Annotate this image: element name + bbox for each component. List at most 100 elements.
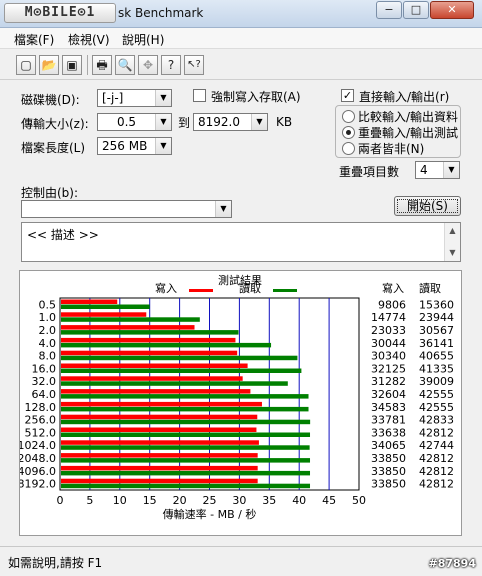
drive-select[interactable]: [-j-] ▼ — [97, 89, 172, 107]
x-tick-40: 40 — [292, 494, 306, 507]
context-help-icon[interactable]: ↖? — [184, 55, 204, 75]
chevron-down-icon: ▼ — [155, 138, 171, 154]
write-bar-5 — [61, 363, 248, 368]
category-label-11: 1024.0 — [20, 439, 56, 452]
radio-neither[interactable] — [342, 142, 355, 155]
x-tick-10: 10 — [113, 494, 127, 507]
results-chart-panel: 測試結果 寫入 讀取 寫入 讀取 0.5 9806 15360 1.0 14774 23944 2.0… — [19, 270, 462, 536]
column-header-write: 寫入 — [382, 281, 404, 295]
verify-mode-group: 比較輸入/輸出資料 重疊輸入/輸出測試 兩者皆非(N) — [335, 105, 461, 158]
x-axis-label: 傳輸速率 - MB / 秒 — [163, 507, 257, 521]
read-value-10: 42812 — [419, 426, 454, 439]
window-title: sk Benchmark — [118, 6, 204, 20]
read-bar-13 — [61, 470, 311, 476]
results-chart: 測試結果寫入 讀取 寫入 讀取0.5 9806 153601.0 14774 239442.0… — [20, 273, 454, 521]
x-tick-30: 30 — [232, 494, 246, 507]
write-bar-13 — [61, 465, 258, 471]
radio-overlapped-label: 重疊輸入/輸出測試 — [358, 126, 459, 140]
read-value-1: 23944 — [419, 311, 454, 324]
description-scrollbar[interactable]: ▲ ▼ — [444, 223, 460, 261]
status-bar: 如需說明,請按 F1 #87894 — [0, 546, 482, 576]
read-bar-9 — [61, 419, 311, 425]
help-question-icon[interactable]: ? — [161, 55, 181, 75]
write-value-6: 31282 — [371, 375, 406, 388]
minimize-button[interactable]: − — [376, 1, 402, 19]
write-value-8: 34583 — [371, 401, 406, 414]
open-folder-icon[interactable]: 📂 — [39, 55, 59, 75]
transfer-from-select[interactable]: 0.5 ▼ — [97, 113, 172, 131]
queue-depth-select[interactable]: 4 ▼ — [415, 161, 460, 179]
read-bar-0 — [61, 304, 150, 309]
chevron-down-icon: ▼ — [443, 162, 459, 178]
to-label: 到 — [178, 116, 191, 130]
maximize-button[interactable]: □ — [403, 1, 429, 19]
status-help-text: 如需說明,請按 F1 — [8, 556, 103, 570]
toolbar-separator — [87, 55, 88, 75]
write-value-14: 33850 — [371, 478, 406, 491]
read-value-11: 42744 — [419, 439, 454, 452]
direct-io-label: 直接輸入/輸出(r) — [359, 90, 450, 104]
radio-overlapped[interactable] — [342, 126, 355, 139]
print-icon[interactable]: 🖶 — [92, 55, 112, 75]
menu-view[interactable]: 檢視(V) — [68, 31, 110, 48]
unit-label: KB — [276, 115, 293, 129]
scroll-up-icon[interactable]: ▲ — [445, 223, 460, 239]
file-size-select[interactable]: 256 MB ▼ — [97, 137, 172, 155]
read-bar-12 — [61, 458, 311, 463]
new-file-icon[interactable]: ▢ — [16, 55, 36, 75]
write-bar-4 — [61, 350, 238, 356]
read-bar-7 — [61, 394, 309, 399]
chevron-down-icon: ▼ — [215, 201, 231, 217]
write-value-12: 33850 — [371, 452, 406, 465]
category-label-12: 2048.0 — [20, 452, 56, 465]
read-bar-8 — [61, 406, 309, 412]
write-bar-14 — [61, 478, 258, 484]
category-label-6: 32.0 — [32, 375, 57, 388]
read-value-7: 42555 — [419, 388, 454, 401]
write-value-7: 32604 — [371, 388, 406, 401]
write-bar-12 — [61, 453, 258, 458]
description-textarea[interactable]: << 描述 >> ▲ ▼ — [21, 222, 461, 262]
read-bar-1 — [61, 317, 200, 322]
direct-io-checkbox[interactable]: ✓ — [341, 89, 354, 102]
write-bar-7 — [61, 389, 251, 394]
write-bar-10 — [61, 427, 257, 432]
chevron-down-icon: ▼ — [155, 114, 171, 130]
read-bar-2 — [61, 330, 239, 335]
menu-file[interactable]: 檔案(F) — [14, 31, 54, 48]
description-text: << 描述 >> — [27, 228, 99, 242]
start-button[interactable]: 開始(S) — [394, 196, 461, 216]
x-tick-5: 5 — [86, 494, 93, 507]
write-value-4: 30340 — [371, 350, 406, 363]
category-label-14: 8192.0 — [20, 478, 56, 491]
title-bar[interactable]: M⊙BILE⊙1 sk Benchmark − □ ✕ — [0, 0, 482, 28]
legend-write-swatch — [189, 289, 213, 292]
chevron-down-icon: ▼ — [251, 114, 267, 130]
write-bar-0 — [61, 299, 118, 304]
close-button[interactable]: ✕ — [430, 1, 474, 19]
read-value-8: 42555 — [419, 401, 454, 414]
radio-compare-label: 比較輸入/輸出資料 — [358, 110, 459, 124]
legend-read-swatch — [273, 289, 297, 292]
control-label: 控制由(b): — [21, 186, 79, 200]
force-write-label: 強制寫入存取(A) — [211, 90, 301, 104]
read-bar-4 — [61, 355, 298, 361]
category-label-0: 0.5 — [39, 298, 57, 311]
write-value-9: 33781 — [371, 414, 406, 427]
read-value-12: 42812 — [419, 452, 454, 465]
print-preview-icon[interactable]: 🔍 — [115, 55, 135, 75]
save-disk-icon[interactable]: ▣ — [62, 55, 82, 75]
read-bar-14 — [61, 483, 311, 489]
legend-read-label: 讀取 — [239, 281, 261, 295]
x-tick-20: 20 — [173, 494, 187, 507]
control-select[interactable]: ▼ — [21, 200, 232, 218]
scroll-down-icon[interactable]: ▼ — [445, 245, 460, 261]
category-label-1: 1.0 — [39, 311, 57, 324]
transfer-to-select[interactable]: 8192.0 ▼ — [193, 113, 268, 131]
read-value-14: 42812 — [419, 478, 454, 491]
force-write-checkbox[interactable] — [193, 89, 206, 102]
x-tick-15: 15 — [143, 494, 157, 507]
menu-help[interactable]: 說明(H) — [122, 31, 164, 48]
radio-compare[interactable] — [342, 110, 355, 123]
move-icon[interactable]: ✥ — [138, 55, 158, 75]
